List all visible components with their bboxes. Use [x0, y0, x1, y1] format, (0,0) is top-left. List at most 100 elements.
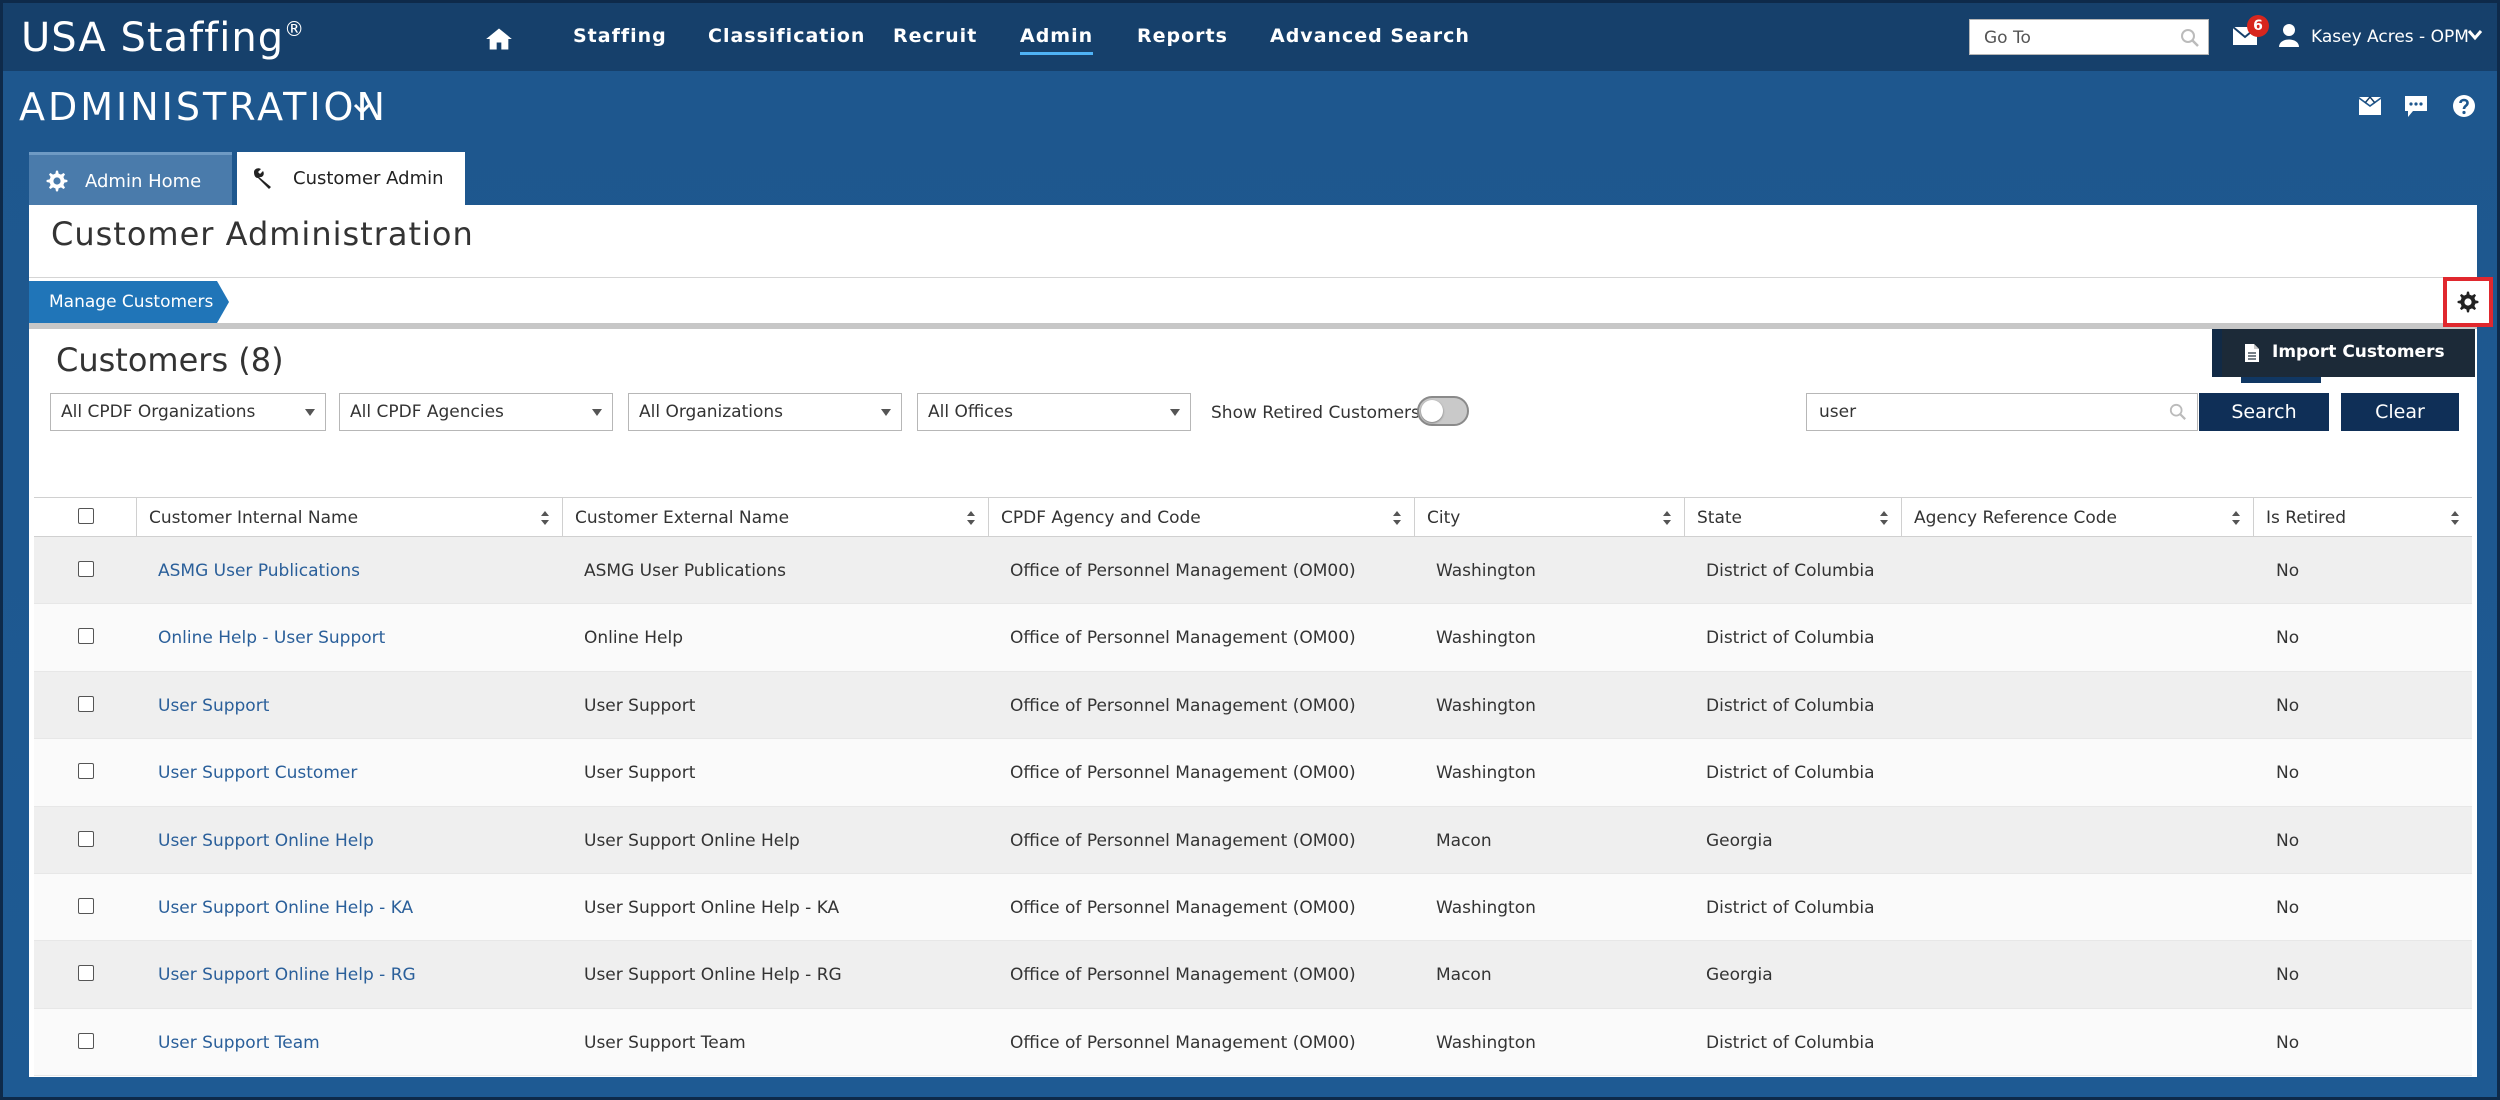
user-menu-name[interactable]: Kasey Acres - OPM [2311, 27, 2469, 47]
column-agency-reference-code[interactable]: Agency Reference Code [1902, 498, 2254, 536]
cpdf-agency: Office of Personnel Management (OM00) [1010, 897, 1356, 918]
nav-advanced-search[interactable]: Advanced Search [1270, 25, 1470, 47]
nav-classification[interactable]: Classification [708, 25, 865, 47]
tab-admin-home[interactable]: Admin Home [29, 152, 232, 205]
caret-down-icon [1170, 409, 1180, 416]
state: District of Columbia [1706, 1032, 1875, 1053]
search-button[interactable]: Search [2199, 393, 2329, 431]
row-checkbox[interactable] [78, 965, 94, 982]
is-retired: No [2276, 628, 2300, 649]
customer-search-input[interactable] [1807, 394, 2167, 430]
table-row: ASMG User Publications ASMG User Publica… [34, 537, 2472, 605]
clear-button[interactable]: Clear [2341, 393, 2459, 431]
sort-icon[interactable] [540, 510, 550, 526]
nav-staffing[interactable]: Staffing [573, 25, 667, 47]
customer-search-field[interactable] [1806, 393, 2198, 431]
customer-internal-name-link[interactable]: Online Help - User Support [158, 628, 385, 648]
breadcrumb-manage-customers[interactable]: Manage Customers [29, 281, 229, 323]
select-all-column [34, 498, 137, 536]
row-checkbox[interactable] [78, 695, 94, 712]
nav-admin[interactable]: Admin [1020, 25, 1094, 55]
is-retired: No [2276, 1032, 2300, 1053]
sort-icon[interactable] [1662, 510, 1672, 526]
sort-icon[interactable] [1392, 510, 1402, 526]
row-checkbox[interactable] [78, 830, 94, 847]
row-checkbox[interactable] [78, 561, 94, 577]
is-retired: No [2276, 561, 2300, 581]
customers-grid: Customers (8) All CPDF Organizations All… [34, 329, 2472, 1077]
customer-external-name: User Support [584, 695, 696, 716]
column-customer-internal-name[interactable]: Customer Internal Name [137, 498, 563, 536]
sort-icon[interactable] [1879, 510, 1889, 526]
tab-customer-admin[interactable]: Customer Admin [237, 152, 465, 208]
goto-search-field[interactable]: Go To [1969, 19, 2209, 55]
show-retired-toggle[interactable] [1417, 396, 1469, 426]
chevron-down-icon[interactable] [353, 103, 371, 115]
customer-internal-name-link[interactable]: ASMG User Publications [158, 561, 360, 581]
column-customer-external-name[interactable]: Customer External Name [563, 498, 989, 536]
customer-internal-name-link[interactable]: User Support Online Help - KA [158, 898, 413, 918]
sort-icon[interactable] [966, 510, 976, 526]
column-cpdf-agency-code[interactable]: CPDF Agency and Code [989, 498, 1415, 536]
caret-down-icon [305, 409, 315, 416]
office-select[interactable]: All Offices [917, 393, 1191, 431]
sort-icon[interactable] [2231, 510, 2241, 526]
search-icon[interactable] [2169, 403, 2187, 421]
select-value: All Organizations [639, 402, 784, 422]
city: Washington [1436, 897, 1536, 918]
sort-icon[interactable] [2450, 510, 2460, 526]
row-checkbox[interactable] [78, 1032, 94, 1049]
nav-reports[interactable]: Reports [1137, 25, 1228, 47]
show-retired-label: Show Retired Customers [1211, 403, 1420, 423]
customer-internal-name-link[interactable]: User Support Team [158, 1033, 320, 1053]
is-retired: No [2276, 763, 2300, 784]
customer-internal-name-link[interactable]: User Support Online Help - RG [158, 965, 416, 985]
grid-title: Customers (8) [56, 341, 284, 379]
customer-internal-name-link[interactable]: User Support Customer [158, 763, 357, 783]
user-icon[interactable] [2279, 23, 2299, 47]
column-city[interactable]: City [1415, 498, 1685, 536]
settings-gear-button[interactable] [2443, 277, 2493, 327]
app-window: USA Staffing® Staffing Classification Re… [0, 0, 2500, 1100]
table-row: Online Help - User Support Online Help O… [34, 604, 2472, 672]
search-icon[interactable] [2180, 28, 2200, 48]
home-icon[interactable] [485, 27, 513, 51]
customer-internal-name-link[interactable]: User Support [158, 696, 269, 716]
cpdf-organization-select[interactable]: All CPDF Organizations [50, 393, 326, 431]
divider [29, 277, 2477, 278]
chevron-down-icon[interactable] [2467, 29, 2483, 41]
customer-internal-name-link[interactable]: User Support Online Help [158, 831, 374, 851]
table-row: User Support Online Help - KA User Suppo… [34, 873, 2472, 942]
cpdf-agency-select[interactable]: All CPDF Agencies [339, 393, 613, 431]
customer-external-name: User Support Team [584, 1032, 746, 1053]
table-row: User Support Online Help User Support On… [34, 806, 2472, 874]
select-value: All Offices [928, 402, 1013, 422]
state: District of Columbia [1706, 897, 1875, 918]
tab-label: Admin Home [85, 171, 202, 192]
select-value: All CPDF Agencies [350, 402, 504, 422]
city: Washington [1436, 561, 1536, 581]
row-checkbox[interactable] [78, 628, 94, 645]
announcements-icon[interactable] [2357, 93, 2383, 119]
chat-icon[interactable] [2403, 93, 2429, 119]
organization-select[interactable]: All Organizations [628, 393, 902, 431]
import-customers-menu-item[interactable]: Import Customers [2212, 329, 2475, 377]
is-retired: No [2276, 695, 2300, 716]
row-checkbox[interactable] [78, 763, 94, 780]
help-icon[interactable] [2451, 93, 2477, 119]
column-label: Customer External Name [575, 508, 790, 528]
row-checkbox[interactable] [78, 897, 94, 914]
nav-recruit[interactable]: Recruit [893, 25, 977, 47]
customer-external-name: Online Help [584, 628, 683, 649]
state: Georgia [1706, 965, 1773, 986]
select-all-checkbox[interactable] [78, 508, 94, 524]
column-label: Customer Internal Name [149, 508, 359, 528]
column-is-retired[interactable]: Is Retired [2254, 498, 2472, 536]
wrench-icon [254, 168, 271, 189]
section-title[interactable]: ADMINISTRATION [19, 85, 388, 129]
usa-staffing-logo[interactable]: USA Staffing® [21, 15, 305, 61]
customer-external-name: User Support [584, 763, 696, 784]
customers-table: Customer Internal Name Customer External… [34, 497, 2472, 1077]
tab-label: Customer Admin [293, 168, 444, 189]
column-state[interactable]: State [1685, 498, 1902, 536]
